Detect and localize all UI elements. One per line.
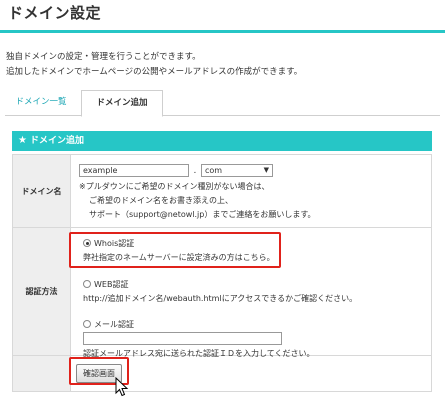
radio-web[interactable] xyxy=(83,280,91,288)
whois-highlight-box xyxy=(69,232,281,268)
panel-title: ドメイン追加 xyxy=(29,136,84,146)
tld-selected-value: com xyxy=(204,165,223,175)
dropdown-arrow-icon: ▼ xyxy=(263,165,269,174)
page-title: ドメイン設定 xyxy=(8,4,102,22)
tab-bar: ドメイン一覧 ドメイン追加 xyxy=(5,90,440,117)
panel-header: ★ ドメイン追加 xyxy=(12,131,432,151)
star-icon: ★ xyxy=(18,135,27,146)
auth-method-label: 認証方法 xyxy=(12,227,71,356)
title-rule xyxy=(0,30,445,33)
tab-domain-add[interactable]: ドメイン追加 xyxy=(81,90,163,117)
option-web-label[interactable]: WEB認証 xyxy=(94,280,128,289)
domain-note-2: ご希望のドメイン名をお書き添えの上、 xyxy=(89,195,233,205)
option-web-desc: http://追加ドメイン名/webauth.htmlにアクセスできるかご確認く… xyxy=(83,293,358,303)
domain-name-label: ドメイン名 xyxy=(12,154,71,228)
domain-note-1: ※プルダウンにご希望のドメイン種別がない場合は、 xyxy=(79,181,270,191)
tab-domain-list[interactable]: ドメイン一覧 xyxy=(5,90,77,116)
mouse-cursor-icon xyxy=(115,377,129,397)
domain-name-cell: example . com ▼ ※プルダウンにご希望のドメイン種別がない場合は、 … xyxy=(70,154,432,228)
domain-separator: . xyxy=(193,165,197,176)
radio-mail[interactable] xyxy=(83,320,91,328)
page-description-line-2: 追加したドメインでホームページの公開やメールアドレスの作成ができます。 xyxy=(6,67,303,77)
button-row-label xyxy=(12,355,71,392)
mail-auth-id-input[interactable] xyxy=(83,331,282,345)
page-description-line-1: 独自ドメインの設定・管理を行うことができます。 xyxy=(6,52,201,62)
option-mail-label[interactable]: メール認証 xyxy=(94,320,134,329)
domain-input[interactable]: example xyxy=(79,163,189,177)
tld-select[interactable]: com ▼ xyxy=(200,163,273,177)
domain-note-3: サポート（support@netowl.jp）までご連絡をお願いします。 xyxy=(89,209,316,219)
